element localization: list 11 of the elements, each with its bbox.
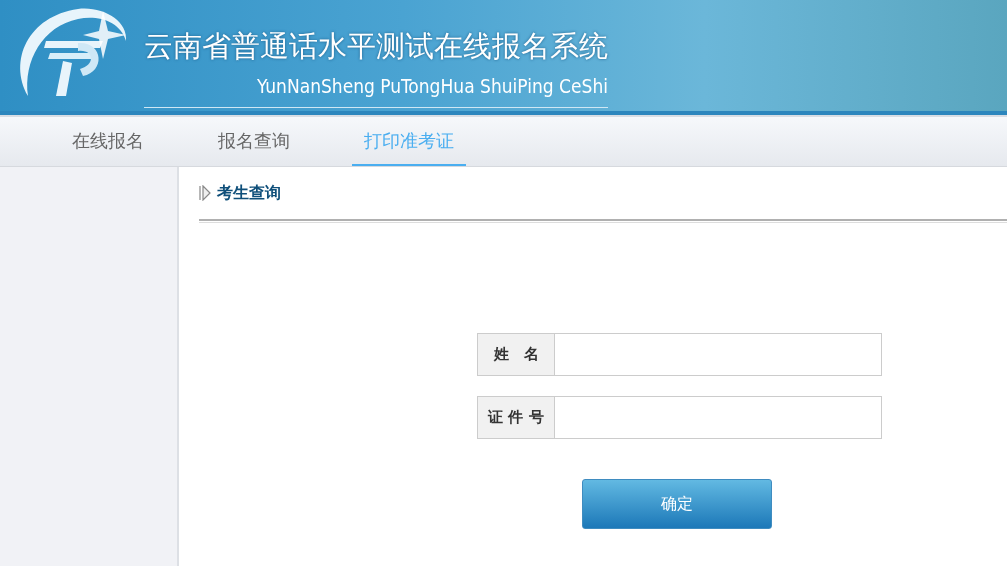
field-label: 姓 名 [478,334,555,375]
submit-button[interactable]: 确定 [582,479,772,529]
form-field[interactable]: 证 件 号 [477,396,882,439]
nav-tab[interactable]: 报名查询 [206,117,302,166]
site-title: 云南省普通话水平测试在线报名系统 [144,28,608,65]
section-title: 考生查询 [217,182,281,204]
form-field[interactable]: 姓 名 [477,333,882,376]
site-subtitle: YunNanSheng PuTongHua ShuiPing CeShi [256,75,608,97]
nav-tab[interactable]: 在线报名 [60,117,156,166]
field-label: 证 件 号 [478,397,555,438]
triangle-icon [199,185,211,201]
